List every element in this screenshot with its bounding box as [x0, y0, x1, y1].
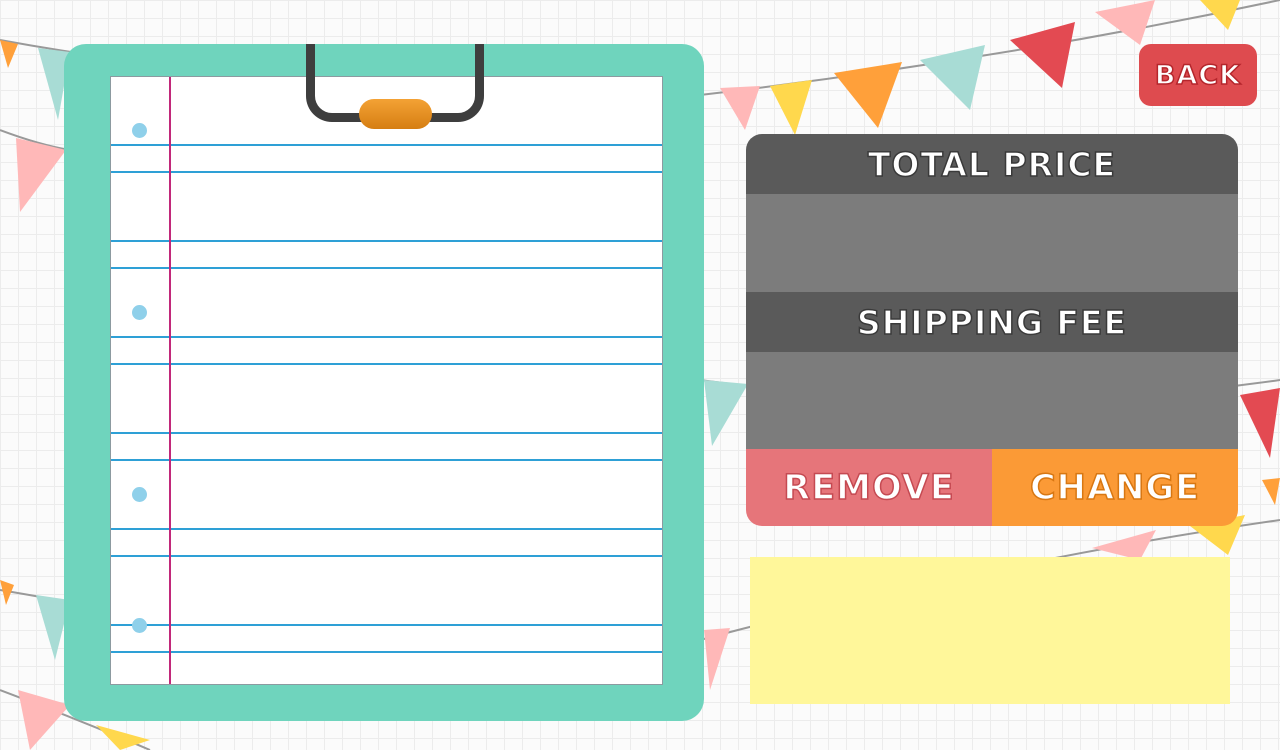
bunting-string-left — [0, 129, 71, 212]
pennant-icon — [16, 138, 66, 212]
total-price-label: TOTAL PRICE — [746, 134, 1238, 194]
remove-button[interactable]: REMOVE — [746, 449, 992, 526]
punch-hole — [132, 618, 147, 633]
clip-knob — [359, 99, 432, 129]
clipboard — [64, 44, 704, 721]
pennant-icon — [770, 80, 812, 135]
pennant-icon — [0, 40, 18, 68]
pennant-icon — [1092, 530, 1156, 560]
pennant-icon — [834, 62, 902, 128]
pennant-icon — [720, 86, 760, 130]
panel-actions: REMOVE CHANGE — [746, 449, 1238, 526]
pennant-icon — [1095, 0, 1155, 45]
shipping-fee-label: SHIPPING FEE — [746, 292, 1238, 352]
pennant-icon — [704, 628, 730, 690]
shipping-fee-value — [746, 352, 1238, 449]
pennant-icon — [704, 380, 748, 446]
pennant-icon — [920, 45, 985, 110]
punch-hole — [132, 123, 147, 138]
lined-paper — [110, 76, 663, 685]
paper-margin-line — [169, 77, 171, 684]
pennant-icon — [1262, 478, 1280, 505]
pennant-icon — [18, 690, 70, 750]
pennant-icon — [1010, 22, 1075, 88]
back-button[interactable]: BACK — [1139, 44, 1257, 106]
total-price-value — [746, 194, 1238, 292]
price-panel: TOTAL PRICE SHIPPING FEE REMOVE CHANGE — [746, 134, 1238, 526]
pennant-icon — [1240, 388, 1280, 458]
change-button[interactable]: CHANGE — [992, 449, 1238, 526]
sticky-note — [750, 557, 1230, 704]
punch-hole — [132, 487, 147, 502]
punch-hole — [132, 305, 147, 320]
